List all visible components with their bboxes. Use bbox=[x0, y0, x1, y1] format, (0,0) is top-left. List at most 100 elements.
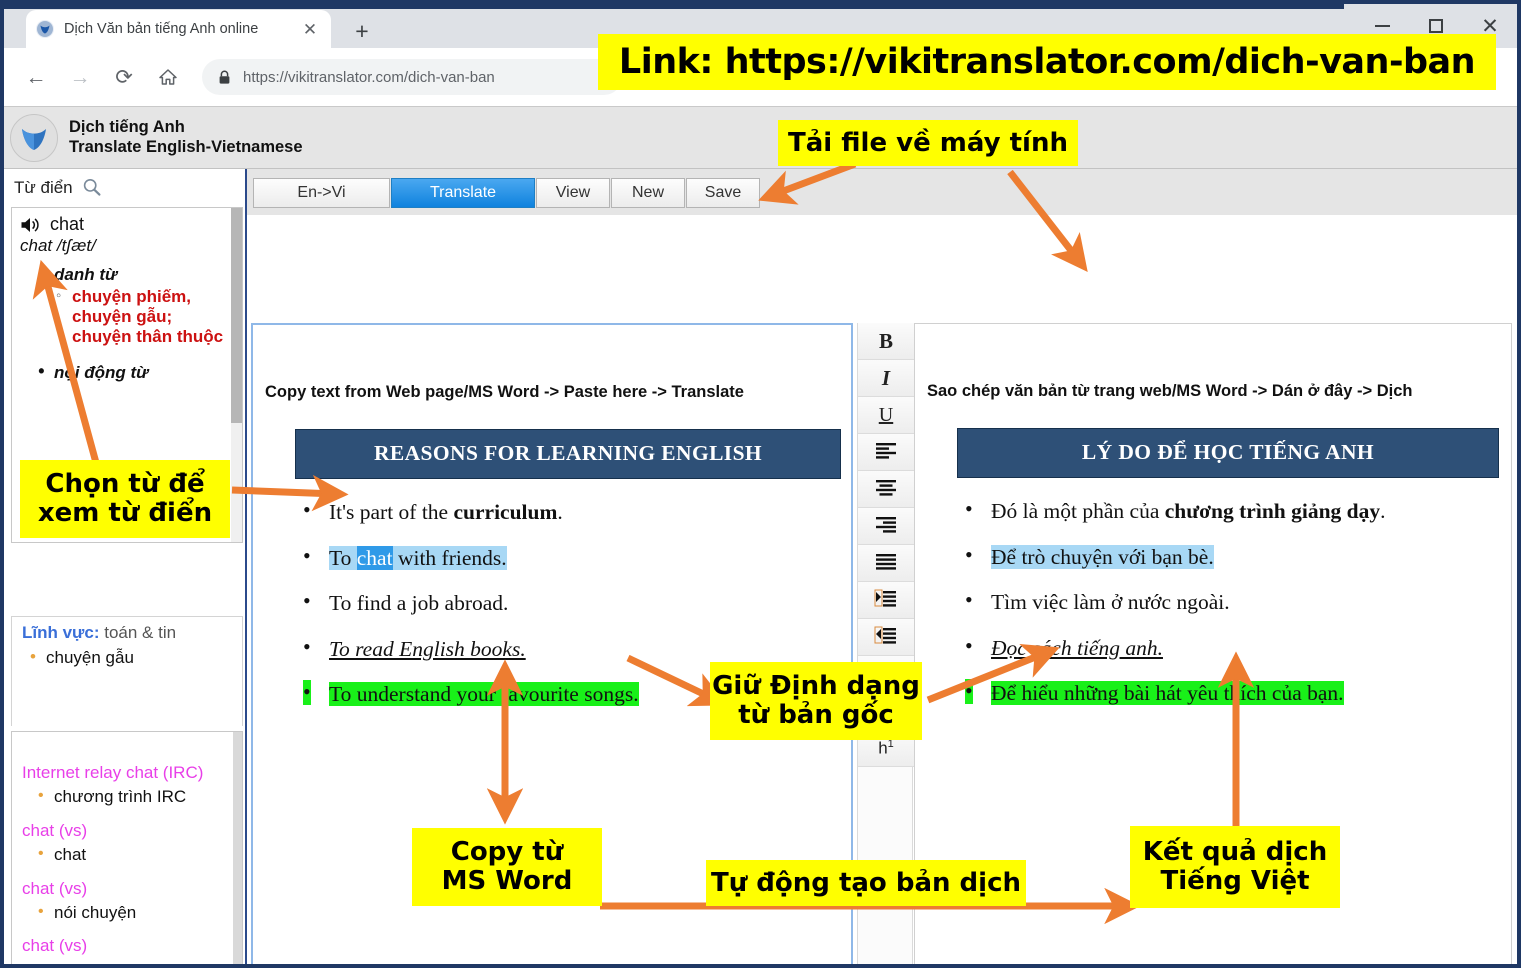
source-hint: Copy text from Web page/MS Word -> Paste… bbox=[265, 383, 744, 401]
action-toolbar: En->Vi Translate View New Save bbox=[247, 169, 1517, 215]
reload-icon[interactable]: ⟳ bbox=[104, 57, 144, 97]
close-tab-icon[interactable]: ✕ bbox=[299, 18, 321, 40]
dictionary-scrollbar[interactable] bbox=[231, 208, 242, 542]
sense-list: danh từ chuyện phiếm, chuyện gẫu; chuyện… bbox=[20, 263, 226, 383]
target-editor-content: Sao chép văn bản từ trang web/MS Word ->… bbox=[915, 324, 1511, 706]
dictionary-entry: chat chat /tʃæt/ danh từ chuyện phiếm, c… bbox=[12, 208, 242, 383]
item-text: To read English books. bbox=[329, 636, 526, 661]
target-banner: LÝ DO ĐỂ HỌC TIẾNG ANH bbox=[957, 427, 1499, 478]
browser-window: Dịch Văn bản tiếng Anh online ✕ + ✕ ← → … bbox=[4, 4, 1517, 964]
related-sub: nói chuyện bbox=[22, 902, 232, 923]
browser-tab[interactable]: Dịch Văn bản tiếng Anh online ✕ bbox=[26, 10, 331, 48]
underline-button[interactable]: U bbox=[858, 397, 914, 434]
bold-icon: B bbox=[878, 328, 893, 353]
close-icon: ✕ bbox=[1481, 14, 1499, 38]
list-item: To read English books. bbox=[303, 635, 835, 662]
omnibar: ← → ⟳ https://vikitranslator.com/dich-va… bbox=[4, 48, 1517, 106]
maximize-button[interactable] bbox=[1409, 4, 1463, 48]
dictionary-label: Từ điển bbox=[14, 178, 73, 197]
list-item: Tìm việc làm ở nước ngoài. bbox=[965, 588, 1495, 615]
numbered-list-button[interactable]: 123 bbox=[858, 693, 914, 730]
field-line: Lĩnh vực: toán & tin bbox=[22, 623, 232, 643]
align-justify-button[interactable] bbox=[858, 545, 914, 582]
list-item: It's part of the curriculum. bbox=[303, 498, 835, 525]
bold-button[interactable]: B bbox=[858, 323, 914, 360]
format-toolbar: B I U 1 2 3 h1 bbox=[857, 323, 914, 964]
list-item: Đọc sách tiếng anh. bbox=[965, 634, 1495, 661]
site-header: Dịch tiếng Anh Translate English-Vietnam… bbox=[4, 107, 1517, 169]
align-left-button[interactable] bbox=[858, 434, 914, 471]
selected-word: chat bbox=[356, 545, 393, 570]
align-left-icon bbox=[873, 441, 899, 464]
target-editor[interactable]: Sao chép văn bản từ trang web/MS Word ->… bbox=[914, 323, 1512, 964]
numbered-list-icon: 123 bbox=[873, 700, 899, 723]
source-editor-content: Copy text from Web page/MS Word -> Paste… bbox=[253, 325, 851, 707]
outdent-button[interactable] bbox=[858, 619, 914, 656]
related-terms-panel: Internet relay chat (IRC) chương trình I… bbox=[11, 731, 243, 964]
speaker-icon[interactable] bbox=[20, 216, 42, 234]
save-button[interactable]: Save bbox=[686, 178, 760, 208]
indent-button[interactable] bbox=[858, 582, 914, 619]
url-text: https://vikitranslator.com/dich-van-ban bbox=[243, 68, 495, 86]
related-sub: tán chuyện bbox=[22, 960, 232, 964]
view-button[interactable]: View bbox=[536, 178, 610, 208]
new-button[interactable]: New bbox=[611, 178, 685, 208]
address-bar[interactable]: https://vikitranslator.com/dich-van-ban bbox=[202, 59, 622, 95]
align-right-button[interactable] bbox=[858, 508, 914, 545]
list-item: Để hiểu những bài hát yêu thích của bạn. bbox=[965, 679, 1495, 706]
item-text: Đọc sách tiếng anh. bbox=[991, 635, 1163, 660]
source-banner: REASONS FOR LEARNING ENGLISH bbox=[295, 428, 841, 479]
part-of-speech: danh từ bbox=[20, 263, 226, 285]
related-head: chat (vs) bbox=[22, 936, 88, 956]
list-item: Đó là một phần của chương trình giảng dạ… bbox=[965, 497, 1495, 524]
item-text: Để trò chuyện với bạn bè. bbox=[991, 544, 1214, 569]
align-right-icon bbox=[873, 515, 899, 538]
item-text: It's part of the bbox=[329, 499, 454, 524]
headword-ipa: chat /tʃæt/ bbox=[20, 236, 96, 255]
item-text: Đó là một phần của bbox=[991, 498, 1165, 523]
field-key: Lĩnh vực: bbox=[22, 623, 100, 642]
translate-button[interactable]: Translate bbox=[391, 178, 535, 208]
item-tail: with friends. bbox=[392, 545, 507, 570]
related-head: Internet relay chat (IRC) bbox=[22, 763, 204, 782]
item-tail: . bbox=[557, 499, 563, 524]
close-window-button[interactable]: ✕ bbox=[1463, 4, 1517, 48]
related-scroll-thumb[interactable] bbox=[233, 732, 242, 964]
source-banner-text: REASONS FOR LEARNING ENGLISH bbox=[373, 441, 763, 466]
search-icon[interactable] bbox=[81, 177, 103, 199]
direction-button[interactable]: En->Vi bbox=[253, 178, 390, 208]
target-banner-text: LÝ DO ĐỂ HỌC TIẾNG ANH bbox=[1081, 440, 1375, 465]
bullet-list-button[interactable] bbox=[858, 656, 914, 693]
tab-strip: Dịch Văn bản tiếng Anh online ✕ + ✕ bbox=[4, 4, 1517, 48]
field-panel: Lĩnh vực: toán & tin chuyện gẫu bbox=[11, 616, 243, 726]
superscript-button[interactable]: h1 bbox=[858, 730, 914, 767]
item-text: Để hiểu những bài hát yêu thích của bạn. bbox=[991, 681, 1344, 706]
list-item: To understand your favourite songs. bbox=[303, 680, 835, 707]
item-text: Tìm việc làm ở nước ngoài. bbox=[991, 590, 1230, 615]
headword: chat bbox=[50, 214, 85, 234]
window-controls: ✕ bbox=[1355, 4, 1517, 48]
source-editor[interactable]: Copy text from Web page/MS Word -> Paste… bbox=[251, 323, 853, 964]
svg-text:3: 3 bbox=[875, 711, 879, 717]
list-item: Để trò chuyện với bạn bè. bbox=[965, 543, 1495, 570]
field-value: toán & tin bbox=[104, 623, 177, 642]
superscript-icon: h1 bbox=[878, 737, 894, 758]
italic-button[interactable]: I bbox=[858, 360, 914, 397]
home-icon[interactable] bbox=[148, 57, 188, 97]
site-title-en: Translate English-Vietnamese bbox=[69, 137, 303, 156]
sense-definition: chuyện phiếm, chuyện gẫu; chuyện thân th… bbox=[20, 287, 226, 347]
lock-icon bbox=[218, 70, 231, 85]
dictionary-scroll-thumb[interactable] bbox=[231, 208, 242, 423]
forward-icon[interactable]: → bbox=[60, 57, 100, 97]
align-center-icon bbox=[873, 478, 899, 501]
site-title-vi: Dịch tiếng Anh bbox=[69, 118, 185, 137]
field-item: chuyện gẫu bbox=[22, 647, 232, 668]
back-icon[interactable]: ← bbox=[16, 57, 56, 97]
item-bold: chương trình giảng dạy bbox=[1164, 498, 1381, 523]
target-list: Đó là một phần của chương trình giảng dạ… bbox=[965, 497, 1495, 706]
screenshot-root: Dịch Văn bản tiếng Anh online ✕ + ✕ ← → … bbox=[0, 0, 1521, 968]
align-center-button[interactable] bbox=[858, 471, 914, 508]
related-scrollbar[interactable] bbox=[233, 732, 242, 964]
minimize-button[interactable] bbox=[1355, 4, 1409, 48]
new-tab-button[interactable]: + bbox=[349, 18, 375, 44]
